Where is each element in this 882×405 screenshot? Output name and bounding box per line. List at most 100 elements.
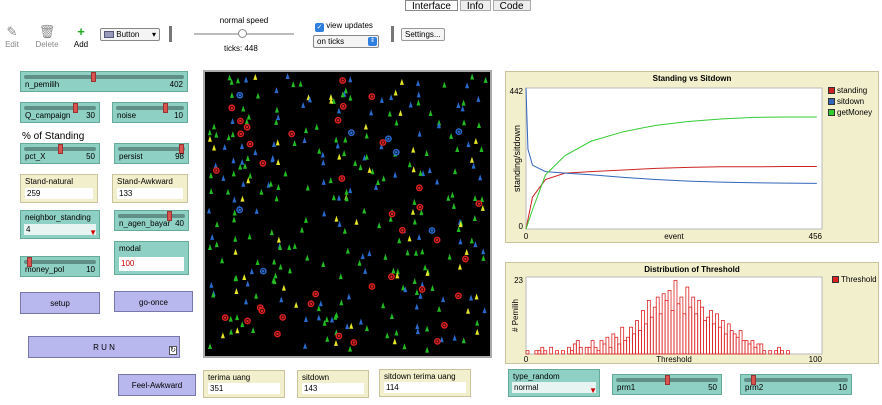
person-agent-icon	[269, 229, 274, 236]
money-agent-icon	[237, 117, 244, 125]
person-agent-icon	[414, 288, 419, 295]
money-agent-icon	[288, 130, 296, 138]
person-agent-icon	[210, 233, 215, 240]
person-agent-icon	[412, 218, 417, 225]
slider-knob[interactable]	[163, 103, 168, 113]
feel-awkward-button[interactable]: Feel-Awkward	[118, 374, 196, 396]
money-agent-icon	[274, 330, 281, 338]
money-agent-icon	[339, 102, 347, 110]
person-agent-icon	[255, 92, 260, 99]
person-agent-icon	[408, 101, 413, 108]
person-agent-icon	[412, 278, 417, 285]
tab-interface[interactable]: Interface	[405, 0, 458, 12]
person-agent-icon	[325, 335, 330, 342]
person-agent-icon	[240, 195, 245, 202]
money-agent-icon	[259, 159, 267, 167]
money-agent-icon	[236, 206, 244, 214]
q-campaign-slider[interactable]: Q_campaign 30	[20, 102, 100, 123]
edit-tool[interactable]: ✎ Edit	[4, 24, 20, 49]
slider-knob[interactable]	[91, 72, 96, 82]
tab-info[interactable]: Info	[459, 0, 491, 12]
n-pemilih-slider[interactable]: n_pemilih 402	[20, 71, 188, 92]
money-pol-slider[interactable]: money_pol 10	[20, 256, 100, 277]
y-tick-label: 442	[510, 87, 524, 96]
person-agent-icon	[358, 164, 363, 171]
terima-uang-monitor: terima uang 351	[203, 370, 285, 398]
prm2-slider[interactable]: prm2 10	[740, 374, 852, 395]
money-agent-icon	[415, 184, 423, 192]
run-button[interactable]: R U N ↻	[28, 336, 180, 358]
person-agent-icon	[209, 188, 214, 195]
person-agent-icon	[275, 139, 280, 146]
monitor-label: sitdown terima uang	[384, 372, 456, 381]
money-agent-icon	[334, 116, 342, 124]
noise-slider[interactable]: noise 10	[112, 102, 188, 123]
update-mode-select[interactable]: on ticks ⇕	[313, 35, 379, 48]
person-agent-icon	[303, 342, 308, 349]
slider-label: pct_X	[25, 152, 46, 161]
pct-x-slider[interactable]: pct_X 50	[20, 143, 100, 164]
slider-knob[interactable]	[73, 103, 78, 113]
y-tick-label: 23	[514, 276, 523, 285]
money-agent-icon	[212, 167, 220, 174]
person-agent-icon	[255, 259, 260, 266]
ticks-counter: ticks: 448	[224, 44, 258, 53]
person-agent-icon	[335, 142, 340, 149]
neighbor-standing-chooser[interactable]: neighbor_standing 4 ▼	[20, 210, 100, 239]
world-view[interactable]	[203, 70, 492, 358]
person-agent-icon	[348, 187, 353, 194]
modal-input[interactable]: modal 100	[114, 241, 189, 275]
slider-value: 10	[838, 383, 847, 392]
view-updates-toggle[interactable]: ✓ view updates	[315, 21, 373, 32]
slider-label: Q_campaign	[25, 111, 71, 120]
person-agent-icon	[462, 119, 467, 126]
person-agent-icon	[364, 153, 369, 160]
person-agent-icon	[405, 249, 410, 256]
person-agent-icon	[399, 78, 404, 85]
settings-button[interactable]: Settings...	[401, 28, 445, 41]
plot-area	[525, 87, 823, 230]
person-agent-icon	[241, 105, 246, 112]
widget-type-select[interactable]: Button ▾	[100, 28, 160, 41]
slider-knob[interactable]	[665, 375, 670, 385]
person-agent-icon	[455, 145, 460, 152]
type-random-chooser[interactable]: type_random normal ▼	[508, 369, 600, 397]
tab-code[interactable]: Code	[492, 0, 531, 12]
legend-getmoney: getMoney	[828, 108, 872, 117]
prm1-slider[interactable]: prm1 50	[612, 374, 722, 395]
speed-slider-knob[interactable]	[238, 29, 247, 38]
chooser-value[interactable]: normal	[512, 382, 596, 393]
delete-tool[interactable]: 🗑 Delete	[35, 24, 59, 49]
slider-value: 402	[169, 80, 183, 89]
input-value[interactable]: 100	[119, 257, 184, 271]
checkbox-checked-icon[interactable]: ✓	[315, 23, 324, 32]
person-agent-icon	[271, 140, 276, 147]
person-agent-icon	[345, 247, 350, 254]
stand-awkward-monitor: Stand-Awkward 133	[112, 174, 188, 203]
money-agent-icon	[339, 77, 347, 84]
legend-label: Threshold	[841, 275, 877, 284]
person-agent-icon	[298, 80, 303, 87]
money-agent-icon	[347, 129, 355, 137]
person-agent-icon	[394, 119, 399, 126]
persist-slider[interactable]: persist 98	[114, 143, 189, 164]
speed-slider[interactable]	[194, 29, 294, 38]
person-agent-icon	[398, 109, 403, 116]
person-agent-icon	[376, 179, 381, 186]
money-agent-icon	[307, 300, 315, 308]
add-tool[interactable]: + Add	[72, 24, 90, 49]
chooser-value[interactable]: 4	[24, 224, 96, 235]
n-agen-bayar-slider[interactable]: n_agen_bayar 40	[114, 210, 189, 231]
triangle-down-icon: ▼	[589, 386, 597, 395]
go-once-button[interactable]: go-once	[114, 291, 193, 312]
person-agent-icon	[268, 180, 273, 187]
person-agent-icon	[231, 170, 236, 177]
person-agent-icon	[446, 194, 451, 201]
person-agent-icon	[274, 87, 279, 94]
person-agent-icon	[337, 153, 342, 160]
person-agent-icon	[274, 195, 279, 202]
slider-knob[interactable]	[58, 144, 63, 154]
person-agent-icon	[364, 325, 369, 332]
x-tick-label: 0	[524, 232, 529, 241]
setup-button[interactable]: setup	[20, 292, 100, 314]
